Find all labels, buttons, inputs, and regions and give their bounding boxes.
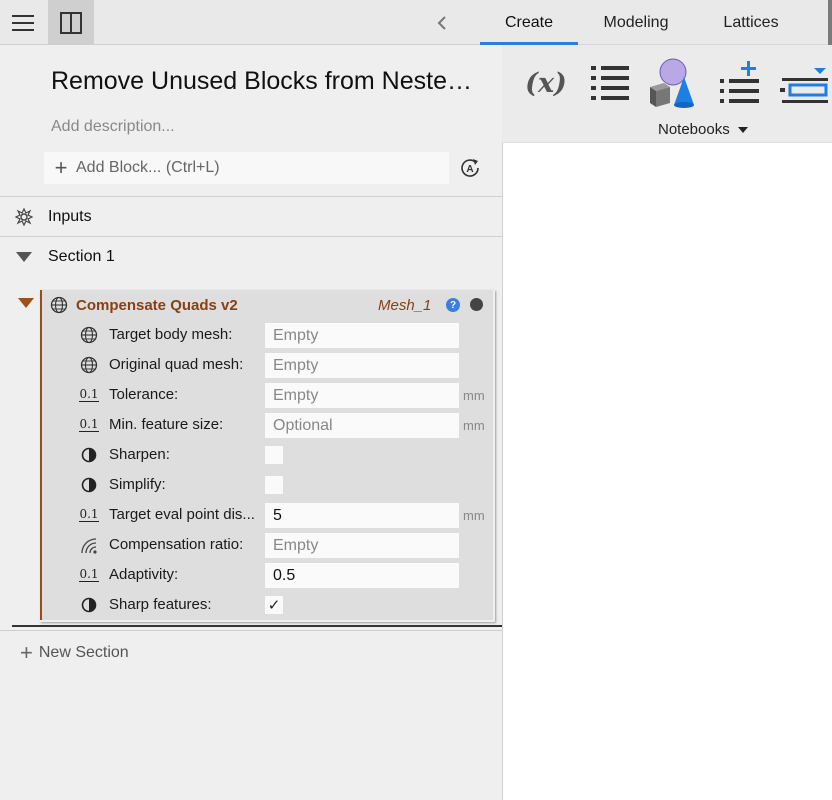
collapse-arrow-icon[interactable] (16, 252, 32, 262)
caret-down-icon (737, 126, 748, 133)
param-label: Min. feature size: (109, 416, 224, 433)
block-output-name[interactable]: Mesh_1 (378, 297, 431, 314)
left-toolbar (0, 0, 502, 45)
mesh-icon (78, 326, 100, 344)
block-title: Compensate Quads v2 (76, 296, 238, 314)
param-row: Compensation ratio: Empty (42, 530, 493, 560)
tab-lattices[interactable]: Lattices (712, 0, 790, 45)
param-unit: mm (463, 388, 485, 403)
block-compensate-quads: Compensate Quads v2 Mesh_1 ? Target body… (40, 290, 493, 620)
param-input[interactable]: Empty (265, 383, 459, 408)
param-label: Target eval point dis... (109, 506, 255, 523)
new-section-label: New Section (38, 644, 129, 661)
tab-create[interactable]: Create (480, 0, 578, 45)
back-button[interactable] (430, 0, 454, 45)
add-list-button[interactable] (716, 55, 764, 111)
add-list-icon (720, 61, 759, 103)
param-label: Sharpen: (109, 446, 170, 463)
variable-button[interactable]: (x) (522, 55, 570, 111)
primitives-button[interactable] (646, 55, 702, 111)
ribbon: (x) Notebooks (502, 45, 832, 143)
inputs-icon (14, 207, 34, 227)
param-label: Compensation ratio: (109, 536, 244, 553)
section-1-label: Section 1 (48, 248, 115, 265)
param-checkbox[interactable] (265, 446, 283, 464)
add-block-input[interactable]: + Add Block... (Ctrl+L) (44, 152, 449, 184)
param-row: Original quad mesh: Empty (42, 350, 493, 380)
number-icon: 0.1 (79, 507, 99, 522)
param-row: 0.1 Target eval point dis... 5 mm (42, 500, 493, 530)
panel-toggle-icon (60, 11, 82, 34)
inputs-label: Inputs (48, 208, 92, 225)
list-button[interactable] (586, 55, 634, 111)
list-icon (591, 66, 629, 100)
number-icon: 0.1 (79, 387, 99, 402)
param-input[interactable]: 0.5 (265, 563, 459, 588)
param-unit: mm (463, 418, 485, 433)
number-icon: 0.1 (79, 567, 99, 582)
chevron-left-icon (437, 15, 446, 30)
param-row: Sharp features: ✓ (42, 590, 493, 620)
param-unit: mm (463, 508, 485, 523)
boolean-icon (78, 446, 100, 464)
inputs-row[interactable]: Inputs (0, 197, 502, 237)
primitives-icon (650, 58, 694, 108)
param-input[interactable]: 5 (265, 503, 459, 528)
param-label: Sharp features: (109, 596, 212, 613)
number-icon: 0.1 (79, 417, 99, 432)
add-block-label: Add Block... (Ctrl+L) (76, 159, 220, 176)
section-underline (12, 625, 502, 627)
new-section-button[interactable]: + New Section (20, 642, 129, 664)
param-label: Adaptivity: (109, 566, 179, 583)
notebooks-label: Notebooks (658, 121, 730, 138)
panel-toggle-button[interactable] (48, 0, 94, 45)
param-input[interactable]: Optional (265, 413, 459, 438)
param-row: 0.1 Tolerance: Empty mm (42, 380, 493, 410)
mesh-icon (78, 356, 100, 374)
ratio-icon (78, 536, 100, 554)
description-field[interactable]: Add description... (51, 118, 175, 136)
notebooks-dropdown[interactable]: Notebooks (658, 121, 748, 138)
status-dot-icon (470, 298, 483, 311)
tabs-overflow-edge (828, 0, 832, 45)
boolean-icon (78, 596, 100, 614)
notebook-title[interactable]: Remove Unused Blocks from Nested Noteboo… (51, 67, 483, 96)
param-input[interactable]: Empty (265, 323, 459, 348)
param-label: Target body mesh: (109, 326, 233, 343)
param-label: Tolerance: (109, 386, 179, 403)
svg-text:A: A (466, 164, 473, 175)
param-row: 0.1 Min. feature size: Optional mm (42, 410, 493, 440)
variable-icon: (x) (525, 67, 567, 99)
param-input[interactable]: Empty (265, 533, 459, 558)
plus-icon: + (20, 640, 33, 665)
tabs-bar: Create Modeling Lattices (480, 0, 832, 45)
param-label: Original quad mesh: (109, 356, 244, 373)
notebook-panel: Remove Unused Blocks from Nested Noteboo… (0, 45, 502, 800)
dropdown-input-button[interactable] (778, 55, 832, 111)
globe-icon (50, 296, 68, 314)
panel-divider (502, 143, 503, 800)
param-row: Target body mesh: Empty (42, 320, 493, 350)
param-row: 0.1 Adaptivity: 0.5 (42, 560, 493, 590)
block-collapse-arrow-icon[interactable] (18, 298, 34, 308)
dropdown-input-icon (780, 68, 828, 103)
menu-button[interactable] (0, 0, 46, 45)
param-checkbox[interactable]: ✓ (265, 596, 283, 614)
auto-update-icon[interactable]: A (458, 156, 482, 180)
divider (0, 630, 502, 631)
boolean-icon (78, 476, 100, 494)
tab-modeling[interactable]: Modeling (592, 0, 680, 45)
param-input[interactable]: Empty (265, 353, 459, 378)
param-row: Sharpen: (42, 440, 493, 470)
hamburger-icon (12, 14, 34, 31)
param-row: Simplify: (42, 470, 493, 500)
param-label: Simplify: (109, 476, 166, 493)
section-1-header[interactable]: Section 1 (0, 237, 502, 277)
help-icon[interactable]: ? (446, 298, 460, 312)
param-checkbox[interactable] (265, 476, 283, 494)
plus-icon: + (54, 155, 68, 180)
